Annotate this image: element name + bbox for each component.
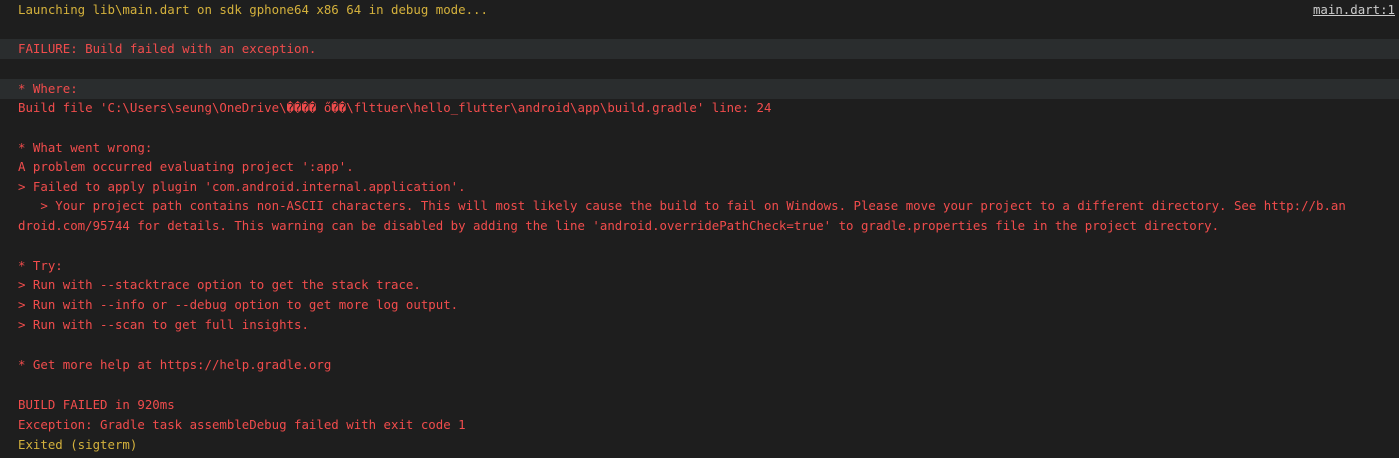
what-went-wrong-heading: * What went wrong: — [18, 140, 153, 155]
failure-line: FAILURE: Build failed with an exception. — [18, 41, 317, 56]
wrong-line-4: droid.com/95744 for details. This warnin… — [18, 218, 1220, 233]
build-failed-line: BUILD FAILED in 920ms — [18, 397, 175, 412]
where-heading: * Where: — [18, 81, 78, 96]
wrong-line-2: > Failed to apply plugin 'com.android.in… — [18, 179, 466, 194]
source-location-link[interactable]: main.dart:1 — [1313, 0, 1395, 20]
where-detail: Build file 'C:\Users\seung\OneDrive\����… — [18, 100, 772, 115]
wrong-line-3: > Your project path contains non-ASCII c… — [18, 198, 1346, 213]
try-heading: * Try: — [18, 258, 63, 273]
help-line: * Get more help at https://help.gradle.o… — [18, 357, 332, 372]
try-line-1: > Run with --stacktrace option to get th… — [18, 277, 421, 292]
launch-message: Launching lib\main.dart on sdk gphone64 … — [18, 2, 488, 17]
wrong-line-1: A problem occurred evaluating project ':… — [18, 159, 354, 174]
try-line-3: > Run with --scan to get full insights. — [18, 317, 309, 332]
hover-line-highlight — [0, 79, 1399, 99]
exited-line: Exited (sigterm) — [18, 437, 138, 452]
exception-line: Exception: Gradle task assembleDebug fai… — [18, 417, 466, 432]
try-line-2: > Run with --info or --debug option to g… — [18, 297, 459, 312]
debug-console: Launching lib\main.dart on sdk gphone64 … — [0, 0, 1399, 458]
